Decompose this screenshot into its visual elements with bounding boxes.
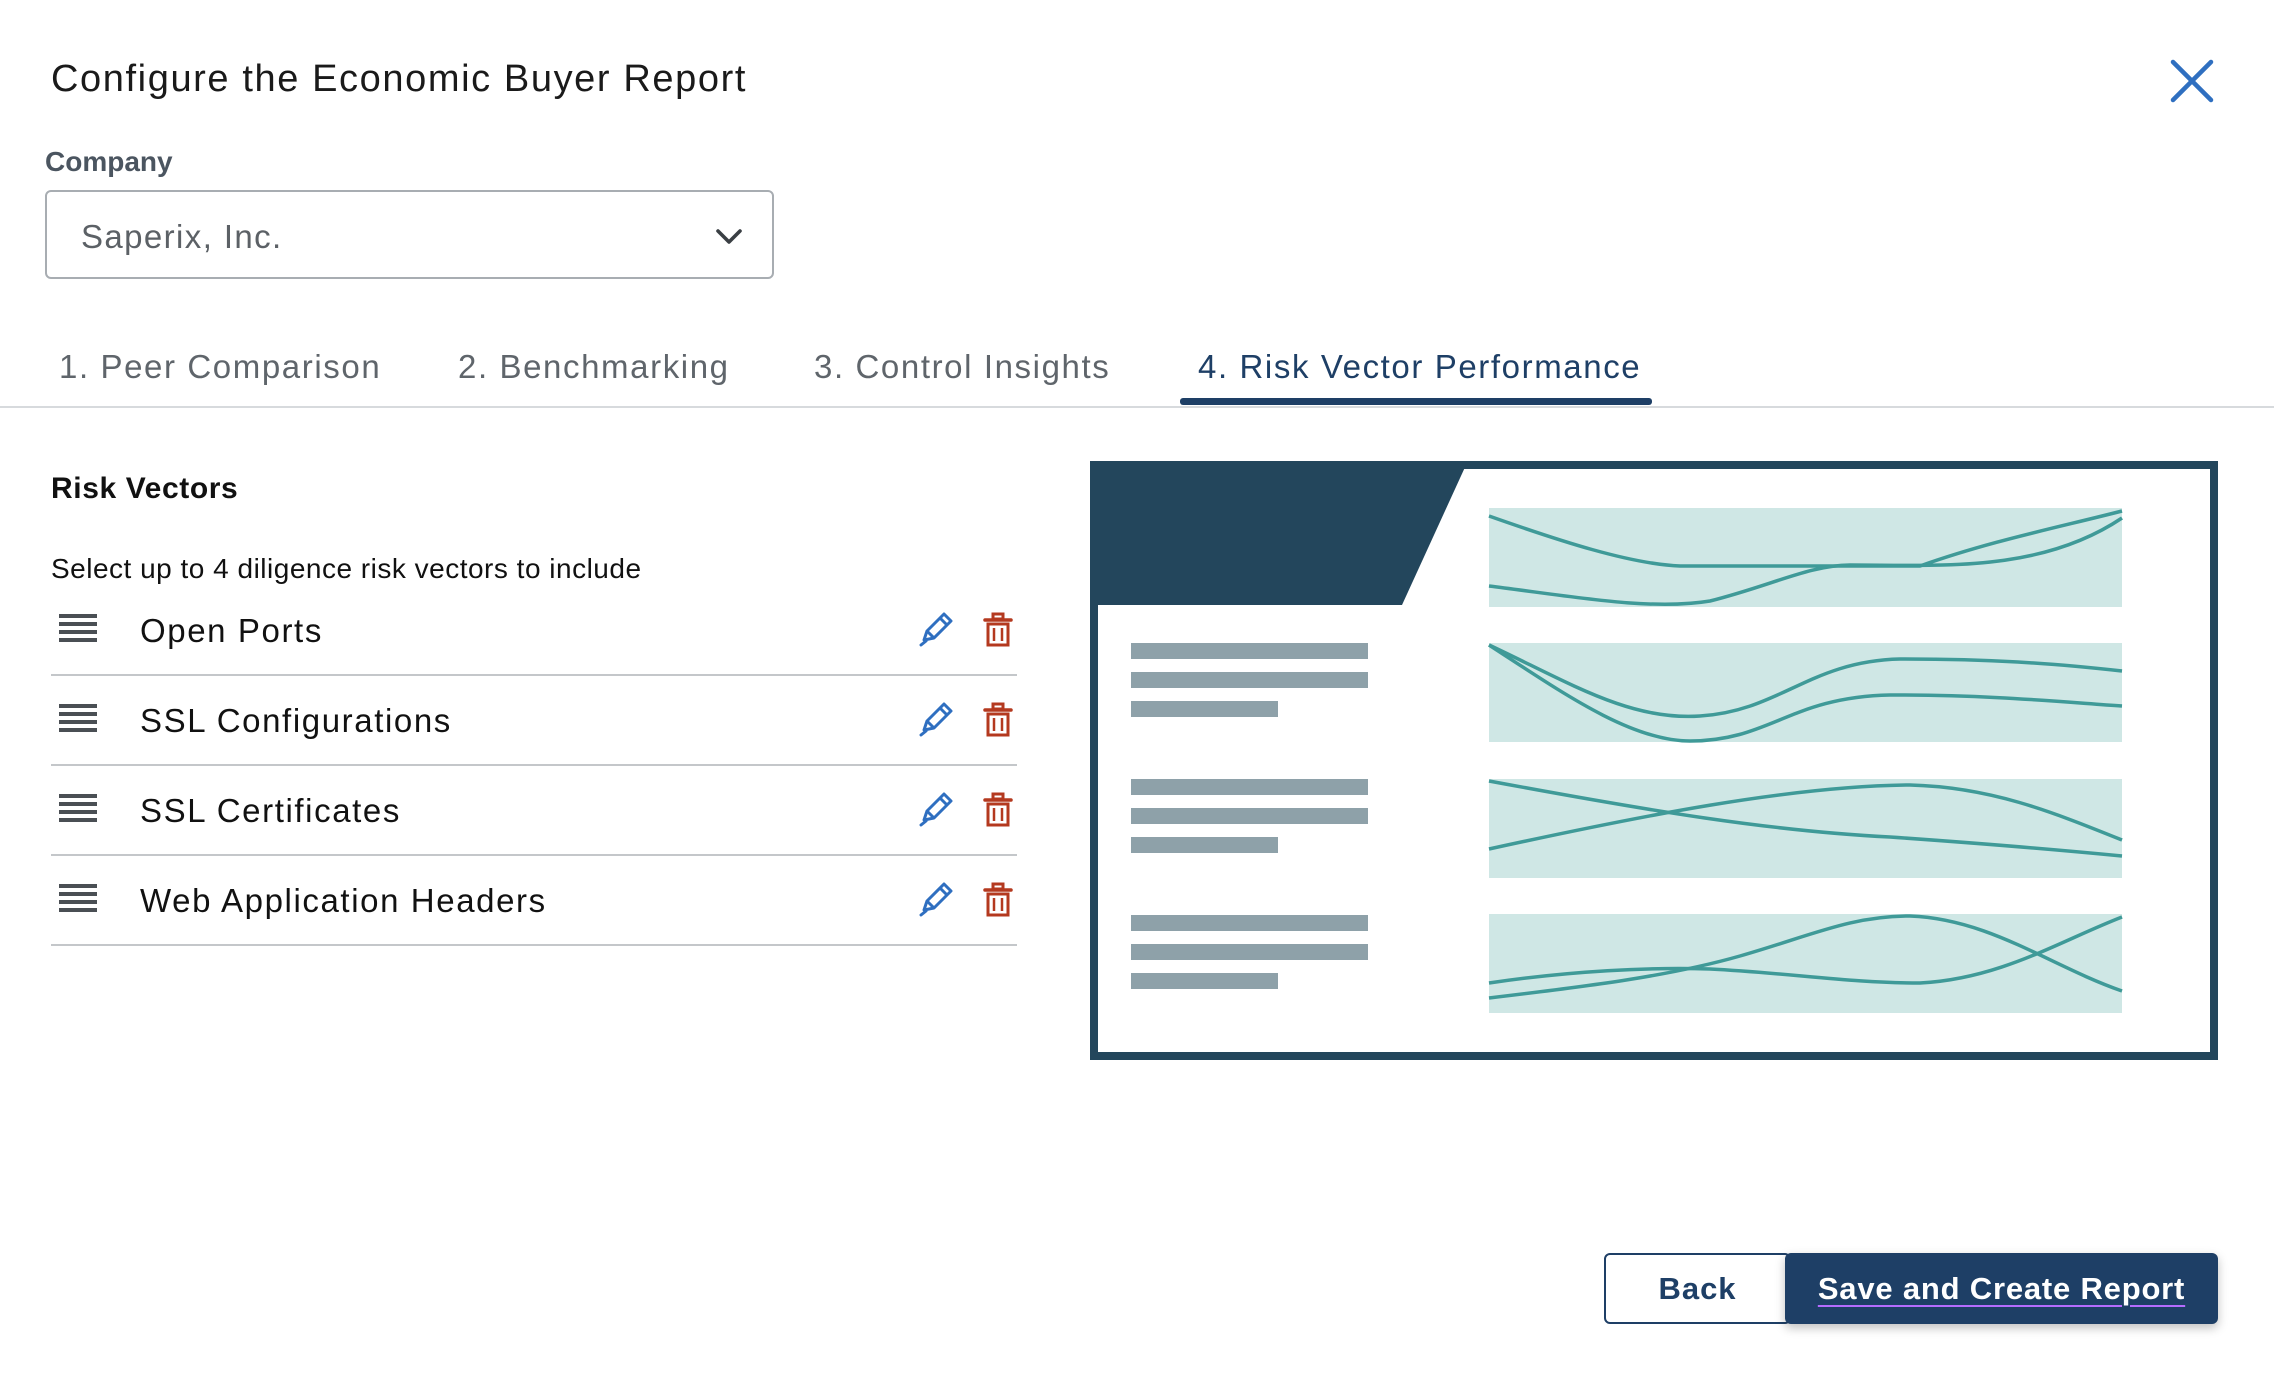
trash-icon <box>983 792 1013 827</box>
preview-text-bar <box>1131 808 1368 824</box>
drag-handle-icon[interactable] <box>59 704 97 740</box>
drag-handle-icon[interactable] <box>59 884 97 920</box>
risk-vector-label: SSL Certificates <box>140 792 401 829</box>
company-label: Company <box>45 146 173 177</box>
risk-vector-label: Open Ports <box>140 612 323 649</box>
active-tab-indicator <box>1180 398 1652 405</box>
trash-icon <box>983 702 1013 737</box>
tab-benchmarking[interactable]: 2. Benchmarking <box>458 348 730 386</box>
delete-button[interactable] <box>983 612 1013 648</box>
drag-handle-icon[interactable] <box>59 614 97 650</box>
edit-button[interactable] <box>918 880 954 918</box>
preview-text-bar <box>1131 915 1368 931</box>
risk-vector-label: Web Application Headers <box>140 882 547 919</box>
preview-text-bar <box>1131 779 1368 795</box>
close-icon <box>2170 59 2214 103</box>
close-button[interactable] <box>2165 54 2219 108</box>
preview-text-bar <box>1131 643 1368 659</box>
back-button[interactable]: Back <box>1604 1253 1791 1324</box>
pencil-icon <box>919 792 953 827</box>
edit-button[interactable] <box>918 790 954 828</box>
risk-vectors-heading: Risk Vectors <box>51 472 239 505</box>
preview-chart-band <box>1489 643 2122 742</box>
delete-button[interactable] <box>983 792 1013 828</box>
preview-header-block <box>1094 465 1466 605</box>
pencil-icon <box>919 702 953 737</box>
save-and-create-report-label: Save and Create Report <box>1817 1270 2186 1306</box>
preview-chart-band <box>1489 914 2122 1013</box>
trash-icon <box>983 612 1013 647</box>
configure-report-dialog: Configure the Economic Buyer Report Comp… <box>0 0 2274 1374</box>
preview-text-bar <box>1131 837 1278 853</box>
company-select[interactable]: Saperix, Inc. <box>45 190 774 279</box>
pencil-icon <box>919 882 953 917</box>
edit-button[interactable] <box>918 700 954 738</box>
risk-vector-row: Web Application Headers <box>51 856 1017 946</box>
delete-button[interactable] <box>983 882 1013 918</box>
pencil-icon <box>919 612 953 647</box>
delete-button[interactable] <box>983 702 1013 738</box>
preview-text-bar <box>1131 701 1278 717</box>
risk-vector-row: Open Ports <box>51 586 1017 676</box>
drag-handle-icon[interactable] <box>59 794 97 830</box>
company-select-value: Saperix, Inc. <box>81 218 283 255</box>
preview-text-bar <box>1131 973 1278 989</box>
preview-text-bar <box>1131 944 1368 960</box>
risk-vectors-hint: Select up to 4 diligence risk vectors to… <box>51 553 642 584</box>
report-tabs: 1. Peer Comparison 2. Benchmarking 3. Co… <box>0 330 2274 408</box>
tab-risk-vector-performance[interactable]: 4. Risk Vector Performance <box>1198 348 1641 386</box>
edit-button[interactable] <box>918 610 954 648</box>
chevron-down-icon <box>716 229 742 244</box>
risk-vector-row: SSL Configurations <box>51 676 1017 766</box>
risk-vector-label: SSL Configurations <box>140 702 452 739</box>
risk-vector-row: SSL Certificates <box>51 766 1017 856</box>
preview-text-bar <box>1131 672 1368 688</box>
report-preview-illustration <box>1090 461 2218 1060</box>
trash-icon <box>983 882 1013 917</box>
save-and-create-report-button[interactable]: Save and Create Report <box>1785 1253 2218 1324</box>
tab-peer-comparison[interactable]: 1. Peer Comparison <box>59 348 381 386</box>
dialog-title: Configure the Economic Buyer Report <box>51 58 747 100</box>
tab-control-insights[interactable]: 3. Control Insights <box>814 348 1110 386</box>
